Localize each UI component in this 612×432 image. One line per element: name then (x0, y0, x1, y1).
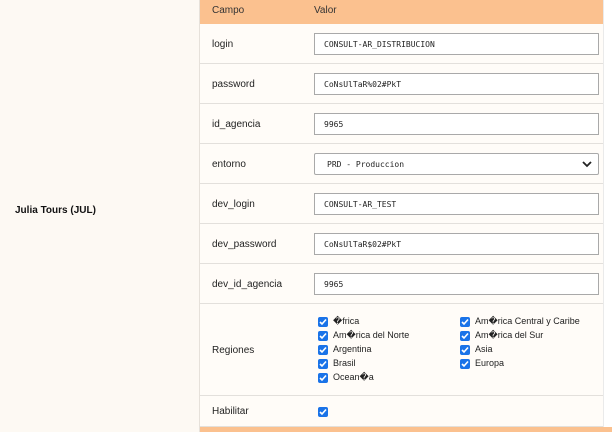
region-label: Am�rica del Norte (333, 330, 410, 340)
table-footer (200, 427, 612, 432)
id-agencia-label: id_agencia (212, 119, 261, 130)
checkbox-checked-icon (318, 372, 328, 383)
dev-login-label: dev_login (212, 199, 255, 210)
header-valor: Valor (314, 5, 337, 16)
checkbox-checked-icon (318, 358, 328, 369)
row-password: password (200, 64, 612, 104)
checkbox-checked-icon (460, 330, 470, 341)
region-label: Ocean�a (333, 372, 374, 382)
regiones-label: Regiones (212, 345, 255, 356)
row-regiones: Regiones �frica Am�rica Central y Caribe… (200, 304, 612, 396)
habilitar-label: Habilitar (212, 406, 249, 417)
agency-name: Julia Tours (JUL) (15, 205, 96, 216)
region-label: Am�rica del Sur (475, 330, 544, 340)
region-checkbox-america-norte[interactable]: Am�rica del Norte (318, 329, 409, 342)
row-habilitar: Habilitar (200, 396, 612, 427)
entorno-select[interactable]: PRD - Produccion (314, 153, 599, 175)
id-agencia-input[interactable] (314, 113, 599, 135)
region-label: Am�rica Central y Caribe (475, 316, 580, 326)
dev-id-agencia-input[interactable] (314, 273, 599, 295)
login-input[interactable] (314, 33, 599, 55)
region-label: Europa (475, 358, 505, 368)
region-checkbox-argentina[interactable]: Argentina (318, 343, 372, 356)
checkbox-checked-icon (460, 358, 470, 369)
region-checkbox-africa[interactable]: �frica (318, 315, 359, 328)
chevron-down-icon (581, 158, 593, 173)
row-id-agencia: id_agencia (200, 104, 612, 144)
dev-id-agencia-label: dev_id_agencia (212, 279, 283, 290)
region-label: Brasil (333, 358, 356, 368)
table-header: Campo Valor (200, 0, 612, 24)
checkbox-checked-icon (319, 408, 327, 416)
dev-password-label: dev_password (212, 239, 277, 250)
entorno-label: entorno (212, 159, 246, 170)
dev-password-input[interactable] (314, 233, 599, 255)
row-dev-login: dev_login (200, 184, 612, 224)
checkbox-checked-icon (460, 316, 470, 327)
region-checkbox-america-sur[interactable]: Am�rica del Sur (460, 329, 543, 342)
checkbox-checked-icon (318, 344, 328, 355)
checkbox-checked-icon (318, 316, 328, 327)
row-dev-password: dev_password (200, 224, 612, 264)
row-login: login (200, 24, 612, 64)
region-checkbox-brasil[interactable]: Brasil (318, 357, 356, 370)
region-checkbox-europa[interactable]: Europa (460, 357, 504, 370)
password-label: password (212, 79, 255, 90)
region-checkbox-oceania[interactable]: Ocean�a (318, 371, 374, 384)
region-checkbox-asia[interactable]: Asia (460, 343, 493, 356)
login-label: login (212, 39, 234, 50)
password-input[interactable] (314, 73, 599, 95)
agency-cell: Julia Tours (JUL) (0, 0, 200, 432)
dev-login-input[interactable] (314, 193, 599, 215)
region-label: Asia (475, 344, 493, 354)
region-label: Argentina (333, 344, 372, 354)
checkbox-checked-icon (318, 330, 328, 341)
scrollbar[interactable] (603, 0, 612, 427)
entorno-selected-value: PRD - Produccion (327, 160, 405, 169)
region-checkbox-america-central[interactable]: Am�rica Central y Caribe (460, 315, 580, 328)
row-dev-id-agencia: dev_id_agencia (200, 264, 612, 304)
config-table: Campo Valor login password id_agencia en… (200, 0, 612, 432)
habilitar-checkbox[interactable] (318, 407, 328, 417)
header-campo: Campo (212, 5, 245, 16)
checkbox-checked-icon (460, 344, 470, 355)
row-entorno: entorno PRD - Produccion (200, 144, 612, 184)
region-label: �frica (333, 316, 360, 326)
